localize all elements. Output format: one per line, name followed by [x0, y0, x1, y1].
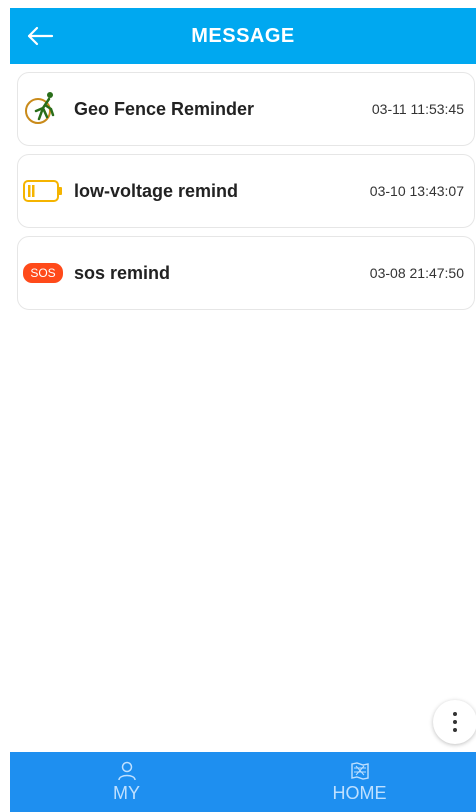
geo-fence-runner-icon: [20, 89, 66, 129]
sos-badge-icon: SOS: [20, 253, 66, 293]
message-item-sos[interactable]: SOS sos remind 03-08 21:47:50: [17, 236, 475, 310]
message-list: Geo Fence Reminder 03-11 11:53:45 low-vo…: [17, 72, 475, 318]
more-vertical-icon: [453, 712, 457, 732]
message-time: 03-10 13:43:07: [369, 183, 464, 199]
message-item-low-voltage[interactable]: low-voltage remind 03-10 13:43:07: [17, 154, 475, 228]
arrow-left-icon: [27, 26, 54, 46]
person-icon: [117, 761, 136, 780]
tab-label: HOME: [332, 782, 387, 803]
sos-badge: SOS: [23, 263, 63, 283]
more-button[interactable]: [433, 700, 476, 744]
left-gutter: [0, 0, 10, 812]
tab-my[interactable]: MY: [10, 752, 243, 812]
message-item-geo-fence[interactable]: Geo Fence Reminder 03-11 11:53:45: [17, 72, 475, 146]
tab-home[interactable]: HOME: [243, 752, 476, 812]
message-time: 03-08 21:47:50: [369, 265, 464, 281]
map-icon: [350, 761, 369, 780]
app-root: MESSAGE Geo Fence Reminder 03-11 11:53:4…: [0, 0, 476, 812]
bottom-tab-bar: MY HOME: [10, 752, 476, 812]
back-button[interactable]: [24, 20, 56, 52]
message-time: 03-11 11:53:45: [371, 101, 464, 117]
message-title: sos remind: [74, 262, 171, 283]
battery-low-icon: [20, 171, 66, 211]
tab-label: MY: [113, 782, 140, 803]
header-bar: MESSAGE: [10, 8, 476, 64]
page-title: MESSAGE: [191, 24, 295, 47]
message-title: low-voltage remind: [74, 180, 239, 201]
message-title: Geo Fence Reminder: [74, 98, 255, 119]
